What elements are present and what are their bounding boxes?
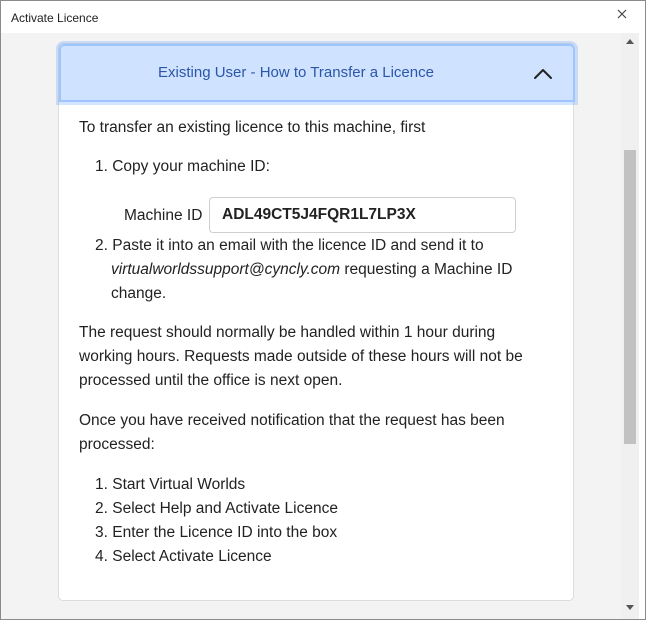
chevron-up-icon	[534, 69, 552, 79]
scroll-down-icon	[626, 604, 634, 610]
step-paste-email-end: change.	[111, 285, 167, 302]
vertical-scrollbar[interactable]	[621, 33, 639, 619]
support-email: virtualworldssupport@cyncly.com	[111, 261, 341, 278]
machine-id-field[interactable]	[209, 197, 516, 233]
scroll-up-button[interactable]	[621, 33, 639, 49]
close-icon	[617, 9, 627, 19]
content-area: Existing User - How to Transfer a Licenc…	[1, 33, 621, 619]
scroll-up-icon	[626, 38, 634, 44]
window-title: Activate Licence	[11, 11, 99, 25]
activate-licence-window: Activate Licence Existing User - How to …	[0, 0, 646, 620]
step-paste-email: 2. Paste it into an email with the licen…	[95, 237, 484, 254]
final-step-2: 2. Select Help and Activate Licence	[95, 500, 338, 517]
request-text-line1: The request should normally be handled w…	[79, 324, 496, 341]
intro-text: To transfer an existing licence to this …	[79, 119, 426, 136]
step-copy-machine-id: 1. Copy your machine ID:	[95, 158, 270, 175]
step-paste-email-cont: virtualworldssupport@cyncly.com requesti…	[111, 258, 512, 282]
final-step-4: 4. Select Activate Licence	[95, 548, 272, 565]
close-button[interactable]	[608, 2, 636, 26]
request-text-line3: processed until the office is next open.	[79, 372, 343, 389]
notification-text-line2: processed:	[79, 436, 155, 453]
accordion-transfer-licence: Existing User - How to Transfer a Licenc…	[58, 43, 575, 601]
machine-id-label: Machine ID	[124, 207, 203, 224]
request-text-line2: working hours. Requests made outside of …	[79, 348, 523, 365]
scrollbar-thumb[interactable]	[624, 150, 636, 444]
final-step-3: 3. Enter the Licence ID into the box	[95, 524, 338, 541]
accordion-header[interactable]: Existing User - How to Transfer a Licenc…	[59, 44, 575, 102]
scroll-down-button[interactable]	[621, 599, 639, 615]
final-step-1: 1. Start Virtual Worlds	[95, 476, 246, 493]
title-bar: Activate Licence	[1, 1, 645, 33]
step-paste-email-rest: requesting a Machine ID	[340, 261, 513, 278]
accordion-title: Existing User - How to Transfer a Licenc…	[158, 64, 434, 81]
notification-text-line1: Once you have received notification that…	[79, 412, 505, 429]
